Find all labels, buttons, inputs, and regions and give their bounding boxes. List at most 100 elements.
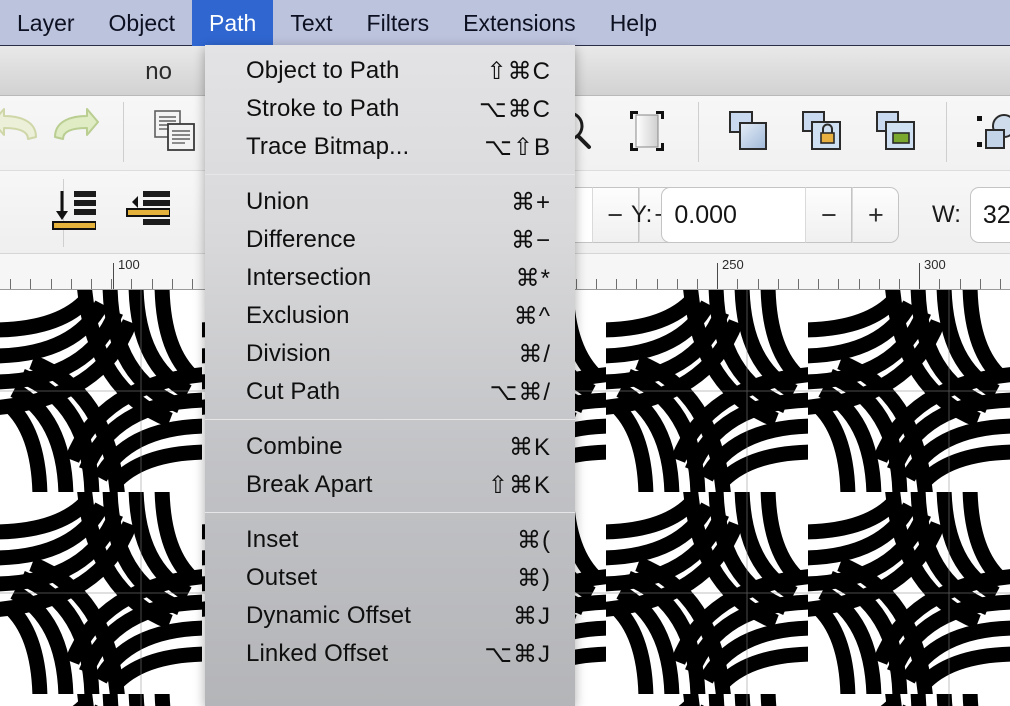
menu-item-break-apart[interactable]: Break Apart⇧⌘K <box>205 466 575 504</box>
ruler-tick <box>859 279 860 289</box>
ruler-tick <box>596 279 597 289</box>
menu-item-shortcut: ⇧⌘C <box>487 57 551 86</box>
menu-item-combine[interactable]: Combine ⌘K <box>205 428 575 466</box>
ruler-major-tick <box>113 263 114 289</box>
menu-item-intersection[interactable]: Intersection ⌘* <box>205 259 575 297</box>
ruler-tick <box>30 279 31 289</box>
ruler-major-tick <box>919 263 920 289</box>
ruler-tick <box>192 279 193 289</box>
duplicate-icon[interactable] <box>152 108 198 159</box>
unlock-object-icon[interactable] <box>874 108 920 159</box>
menu-separator <box>205 512 575 513</box>
undo-icon[interactable] <box>0 106 46 157</box>
ruler-label: 100 <box>118 257 140 272</box>
menu-item-label: Exclusion <box>246 302 350 330</box>
document-title: no <box>145 58 172 86</box>
menu-item-label: Difference <box>246 226 356 254</box>
ruler-tick <box>838 279 839 289</box>
ruler-tick <box>798 279 799 289</box>
selection-bbox-icon[interactable] <box>626 109 668 158</box>
menubar-item-filters[interactable]: Filters <box>350 0 447 46</box>
menu-item-label: Stroke to Path <box>246 95 400 123</box>
ruler-tick <box>879 279 880 289</box>
menu-item-exclusion[interactable]: Exclusion⌘^ <box>205 297 575 335</box>
menu-item-stroke-to-path[interactable]: Stroke to Path⌥⌘C <box>205 90 575 128</box>
menu-item-shortcut: ⌘K <box>509 433 551 462</box>
menu-item-outset[interactable]: Outset⌘) <box>205 559 575 597</box>
ruler-tick <box>899 279 900 289</box>
y-input[interactable]: 0.000 <box>661 187 805 243</box>
ruler-tick <box>677 279 678 289</box>
ruler-tick <box>697 279 698 289</box>
ruler-tick <box>152 279 153 289</box>
menubar-item-object[interactable]: Object <box>92 0 192 46</box>
redo-icon[interactable] <box>45 106 99 157</box>
menu-item-linked-offset[interactable]: Linked Offset ⌥⌘J <box>205 635 575 673</box>
menu-item-division[interactable]: Division ⌘/ <box>205 335 575 373</box>
ruler-major-tick <box>717 263 718 289</box>
ruler-tick <box>657 279 658 289</box>
menu-item-label: Intersection <box>246 264 371 292</box>
menu-item-label: Division <box>246 340 331 368</box>
menu-item-inset[interactable]: Inset ⌘( <box>205 521 575 559</box>
menu-item-cut-path[interactable]: Cut Path ⌥⌘/ <box>205 373 575 411</box>
menu-item-shortcut: ⌘/ <box>518 340 551 369</box>
menu-item-label: Combine <box>246 433 343 461</box>
w-input[interactable]: 325.33 <box>970 187 1010 243</box>
menubar-item-layer[interactable]: Layer <box>0 0 92 46</box>
group-icon[interactable] <box>726 108 772 159</box>
ruler-label: 300 <box>924 257 946 272</box>
menu-item-label: Trace Bitmap... <box>246 133 409 161</box>
ruler-tick <box>960 279 961 289</box>
ruler-tick <box>111 279 112 289</box>
menu-item-trace-bitmap[interactable]: Trace Bitmap...⌥⇧B <box>205 128 575 166</box>
menu-item-shortcut: ⌘+ <box>511 188 551 217</box>
width-field-group: W: 325.33 <box>932 187 1010 243</box>
lower-one-step-icon[interactable] <box>126 189 170 238</box>
lock-object-icon[interactable] <box>800 108 846 159</box>
menu-item-label: Dynamic Offset <box>246 602 411 630</box>
menu-item-shortcut: ⌘( <box>517 526 551 555</box>
menu-item-label: Union <box>246 188 309 216</box>
menubar-item-extensions[interactable]: Extensions <box>446 0 593 46</box>
ruler-tick <box>758 279 759 289</box>
y-increment-button[interactable]: + <box>852 187 899 243</box>
ruler-tick <box>818 279 819 289</box>
ruler-tick <box>576 279 577 289</box>
ruler-tick <box>616 279 617 289</box>
ruler-tick <box>980 279 981 289</box>
ruler-tick <box>131 279 132 289</box>
lower-to-bottom-icon[interactable] <box>52 189 96 238</box>
path-dropdown-menu[interactable]: Object to Path⇧⌘CStroke to Path⌥⌘CTrace … <box>205 45 575 706</box>
menubar-item-help[interactable]: Help <box>593 0 674 46</box>
menu-bar: LayerObjectPathTextFiltersExtensionsHelp <box>0 0 1010 46</box>
menubar-item-text[interactable]: Text <box>273 0 349 46</box>
y-decrement-button[interactable]: − <box>805 187 852 243</box>
menu-item-object-to-path[interactable]: Object to Path⇧⌘C <box>205 52 575 90</box>
toolbar-separator <box>123 102 124 162</box>
ruler-tick <box>778 279 779 289</box>
menubar-item-path[interactable]: Path <box>192 0 273 46</box>
menu-item-shortcut: ⌘J <box>513 602 551 631</box>
menu-item-union[interactable]: Union ⌘+ <box>205 183 575 221</box>
toolbar-separator <box>698 102 699 162</box>
menu-item-label: Outset <box>246 564 317 592</box>
ruler-tick <box>51 279 52 289</box>
ruler-tick <box>91 279 92 289</box>
ruler-tick <box>172 279 173 289</box>
ruler-label: 250 <box>722 257 744 272</box>
menu-item-shortcut: ⌥⌘J <box>484 640 551 669</box>
menu-item-difference[interactable]: Difference⌘− <box>205 221 575 259</box>
ruler-tick <box>10 279 11 289</box>
menu-item-shortcut: ⌥⌘/ <box>490 378 551 407</box>
y-coordinate-field-group: Y: 0.000 − + <box>631 187 899 243</box>
menu-item-dynamic-offset[interactable]: Dynamic Offset ⌘J <box>205 597 575 635</box>
object-properties-icon[interactable] <box>974 108 1010 159</box>
menu-item-shortcut: ⌘* <box>516 264 551 293</box>
menu-item-label: Linked Offset <box>246 640 388 668</box>
menu-separator <box>205 419 575 420</box>
menu-item-label: Inset <box>246 526 299 554</box>
ruler-tick <box>1000 279 1001 289</box>
toolbar-separator <box>946 102 947 162</box>
menu-item-label: Cut Path <box>246 378 340 406</box>
